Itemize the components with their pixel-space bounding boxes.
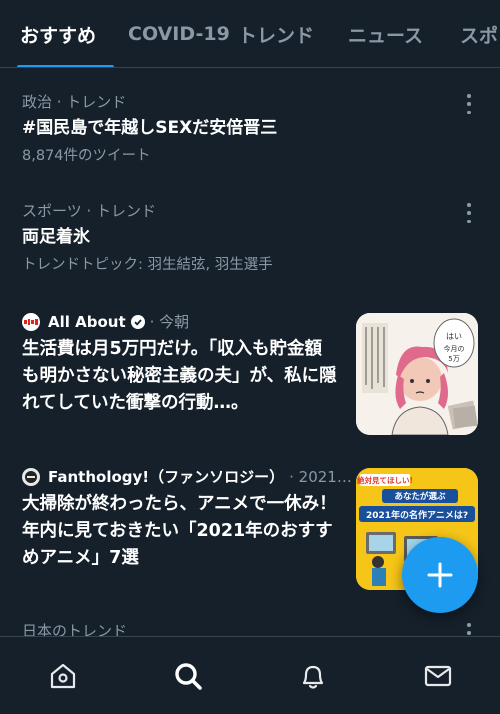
tab-trend[interactable]: トレンド — [238, 0, 348, 67]
trend-title: 両足着氷 — [22, 227, 90, 247]
tab-news[interactable]: ニュース — [348, 0, 460, 67]
bell-icon — [302, 665, 323, 689]
nav-search-button[interactable] — [158, 646, 218, 706]
svg-text:5万: 5万 — [448, 355, 459, 363]
more-options-icon[interactable] — [466, 203, 472, 223]
news-headline: 生活費は月5万円だけ。「収入も貯金額も明かさない秘密主義の夫」が、私に隠れてして… — [22, 339, 337, 413]
news-time: · 今朝 — [149, 313, 190, 331]
nav-messages-button[interactable] — [408, 646, 468, 706]
tab-sports[interactable]: スポ — [460, 0, 500, 67]
tab-osusume[interactable]: おすすめ — [17, 0, 114, 67]
news-thumbnail: はい 今月の 5万 — [356, 313, 478, 435]
tweet-count: 8,874件のツイート — [22, 148, 151, 164]
trend-item[interactable]: 政治 · トレンド #国民島で年越しSEXだ安倍晋三 8,874件のツイート — [22, 92, 482, 166]
source-name: Fanthology!（ファンソロジー） — [48, 468, 285, 486]
thumb-text: 絶対見てほしい! — [356, 475, 413, 485]
svg-text:はい: はい — [446, 332, 462, 341]
news-time: · 2021… — [289, 468, 352, 486]
more-options-icon[interactable] — [466, 623, 472, 636]
trend-item[interactable]: スポーツ · トレンド 両足着氷 トレンドトピック: 羽生結弦, 羽生選手 — [22, 201, 482, 275]
svg-text:今月の: 今月の — [444, 344, 465, 353]
active-tab-indicator — [17, 65, 114, 67]
top-tabs: おすすめ COVID-19 トレンド ニュース スポ — [0, 0, 500, 68]
bottom-navigation — [0, 636, 500, 714]
tab-label: トレンド — [238, 24, 315, 47]
more-options-icon[interactable] — [466, 94, 472, 114]
tab-label: ニュース — [348, 24, 424, 47]
tab-covid[interactable]: COVID-19 — [128, 0, 238, 67]
plus-icon — [427, 562, 453, 588]
home-icon — [50, 663, 75, 688]
news-headline: 大掃除が終わったら、アニメで一休み！ 年内に見ておきたい「2021年のおすすめア… — [22, 494, 337, 568]
tab-label: スポ — [460, 24, 499, 47]
tab-label: COVID-19 — [128, 23, 230, 45]
search-icon — [174, 662, 202, 690]
compose-tweet-button[interactable] — [402, 537, 478, 613]
verified-badge-icon — [130, 315, 145, 329]
section-label: 日本のトレンド — [22, 622, 128, 636]
trend-category: 政治 · トレンド — [22, 93, 127, 111]
mail-icon — [424, 665, 451, 686]
thumb-text: あなたが選ぶ — [394, 491, 446, 502]
section-header: 日本のトレンド — [22, 621, 482, 636]
thumb-text: 2021年の名作アニメは? — [366, 509, 468, 521]
trend-category: スポーツ · トレンド — [22, 202, 157, 220]
fanthology-logo-icon — [22, 468, 40, 486]
source-name: All About — [48, 313, 126, 331]
nav-home-button[interactable] — [33, 646, 93, 706]
news-item[interactable]: All About · 今朝 生活費は月5万円だけ。「収入も貯金額も明かさない秘… — [22, 312, 478, 436]
trend-title: #国民島で年越しSEXだ安倍晋三 — [22, 118, 278, 138]
trend-topics: トレンドトピック: 羽生結弦, 羽生選手 — [22, 257, 273, 273]
tab-label: おすすめ — [20, 24, 97, 47]
nav-notifications-button[interactable] — [283, 646, 343, 706]
allabout-logo-icon — [22, 313, 40, 331]
